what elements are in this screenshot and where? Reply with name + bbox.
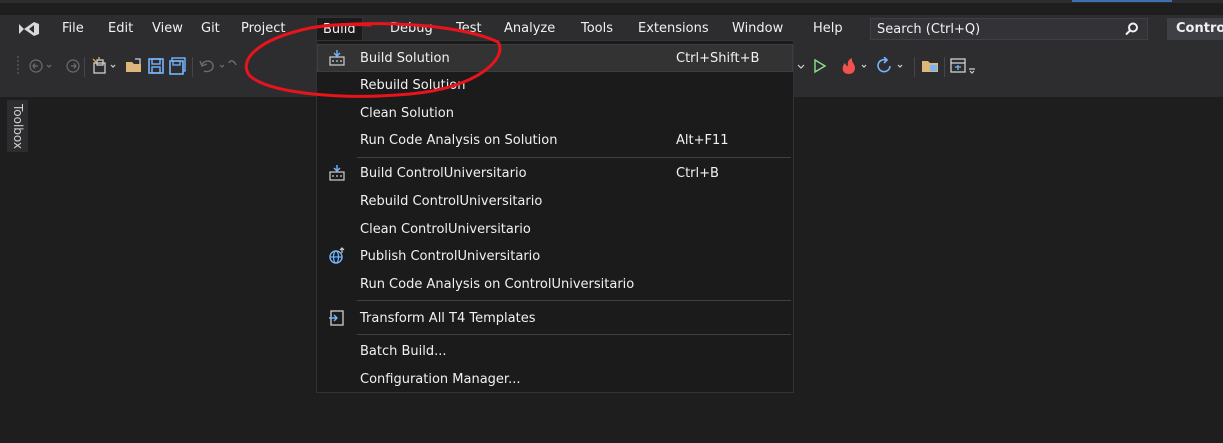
- menu-tools[interactable]: Tools: [581, 21, 613, 36]
- menu-item-label: Clean Solution: [360, 106, 454, 121]
- menu-item-label: Run Code Analysis on Solution: [360, 133, 558, 148]
- menu-help[interactable]: Help: [813, 21, 843, 36]
- globe-icon: [329, 247, 345, 264]
- build-menu-dropdown: Build Solution Ctrl+Shift+B Rebuild Solu…: [316, 40, 794, 393]
- navigate-back-icon[interactable]: [28, 57, 62, 75]
- menu-extensions[interactable]: Extensions: [638, 21, 709, 36]
- menu-separator: [357, 157, 791, 158]
- menu-git[interactable]: Git: [201, 21, 220, 36]
- menu-debug[interactable]: Debug: [390, 21, 433, 36]
- menu-item-rebuild-solution[interactable]: Rebuild Solution: [318, 72, 792, 98]
- navigate-forward-icon[interactable]: [64, 57, 84, 75]
- menu-item-configuration-manager[interactable]: Configuration Manager...: [318, 366, 792, 392]
- menu-separator: [357, 300, 791, 301]
- menu-item-clean-project[interactable]: Clean ControlUniversitario: [318, 216, 792, 242]
- build-icon: [329, 165, 345, 181]
- toolbox-panel: Toolbox: [0, 97, 29, 443]
- menu-item-label: Rebuild Solution: [360, 78, 466, 93]
- menu-item-label: Transform All T4 Templates: [360, 311, 536, 326]
- accent-strip: [1072, 0, 1172, 2]
- new-project-icon[interactable]: [91, 57, 123, 75]
- menu-item-run-code-analysis-project[interactable]: Run Code Analysis on ControlUniversitari…: [318, 271, 792, 297]
- menu-item-label: Configuration Manager...: [360, 372, 521, 387]
- toolbar-separator: [192, 57, 193, 77]
- toolbar-separator: [84, 57, 85, 77]
- build-icon: [329, 50, 345, 66]
- undo-icon[interactable]: [198, 57, 238, 75]
- start-without-debugging-icon[interactable]: [812, 57, 828, 75]
- menu-view[interactable]: View: [152, 21, 183, 36]
- toolbar-separator: [914, 57, 915, 77]
- menu-test[interactable]: Test: [456, 21, 482, 36]
- toolbar-gripper[interactable]: [16, 55, 20, 75]
- menu-edit[interactable]: Edit: [108, 21, 133, 36]
- menu-item-label: Build ControlUniversitario: [360, 166, 527, 181]
- window-top-edge: [0, 0, 1223, 3]
- visual-studio-logo-icon: [19, 22, 39, 36]
- menu-item-run-code-analysis-solution[interactable]: Run Code Analysis on Solution Alt+F11: [318, 127, 792, 153]
- menu-item-clean-solution[interactable]: Clean Solution: [318, 100, 792, 126]
- open-file-icon[interactable]: [125, 57, 143, 75]
- solution-explorer-icon[interactable]: [921, 57, 939, 75]
- menu-item-label: Publish ControlUniversitario: [360, 249, 541, 264]
- menu-bar: File Edit View Git Project Build Debug T…: [0, 15, 1223, 43]
- menu-item-build-solution[interactable]: Build Solution Ctrl+Shift+B: [317, 44, 793, 72]
- transform-icon: [329, 310, 344, 326]
- menu-item-shortcut: Ctrl+B: [676, 166, 719, 181]
- search-input[interactable]: Search (Ctrl+Q): [870, 18, 1148, 40]
- toolbox-tab[interactable]: Toolbox: [7, 100, 28, 152]
- menu-item-rebuild-project[interactable]: Rebuild ControlUniversitario: [318, 188, 792, 214]
- save-all-icon[interactable]: [169, 57, 187, 75]
- menu-item-batch-build[interactable]: Batch Build...: [318, 338, 792, 364]
- menu-item-shortcut: Alt+F11: [676, 133, 729, 148]
- toolbar-separator: [944, 57, 945, 77]
- menu-item-label: Build Solution: [360, 51, 450, 66]
- project-name-button[interactable]: Contro: [1167, 18, 1223, 40]
- refresh-icon[interactable]: [876, 57, 910, 75]
- menu-item-label: Rebuild ControlUniversitario: [360, 194, 543, 209]
- menu-build[interactable]: Build: [316, 17, 363, 42]
- search-placeholder: Search (Ctrl+Q): [877, 22, 981, 37]
- dropdown-arrow-icon[interactable]: [796, 57, 806, 75]
- toolbox-label: Toolbox: [11, 104, 25, 149]
- menu-item-shortcut: Ctrl+Shift+B: [676, 51, 760, 66]
- menu-item-label: Batch Build...: [360, 344, 447, 359]
- menu-project[interactable]: Project: [241, 21, 285, 36]
- menu-item-publish-project[interactable]: Publish ControlUniversitario: [318, 243, 792, 269]
- menu-item-label: Run Code Analysis on ControlUniversitari…: [360, 277, 635, 292]
- menu-separator: [357, 334, 791, 335]
- save-icon[interactable]: [148, 57, 164, 75]
- menu-item-transform-t4[interactable]: Transform All T4 Templates: [318, 305, 792, 331]
- window-layout-icon[interactable]: [950, 57, 978, 75]
- search-icon: [1125, 22, 1138, 36]
- menu-item-build-project[interactable]: Build ControlUniversitario Ctrl+B: [318, 160, 792, 186]
- menu-analyze[interactable]: Analyze: [504, 21, 555, 36]
- menu-window[interactable]: Window: [732, 21, 783, 36]
- menu-item-label: Clean ControlUniversitario: [360, 222, 531, 237]
- menu-file[interactable]: File: [62, 21, 84, 36]
- hot-reload-icon[interactable]: [840, 57, 874, 75]
